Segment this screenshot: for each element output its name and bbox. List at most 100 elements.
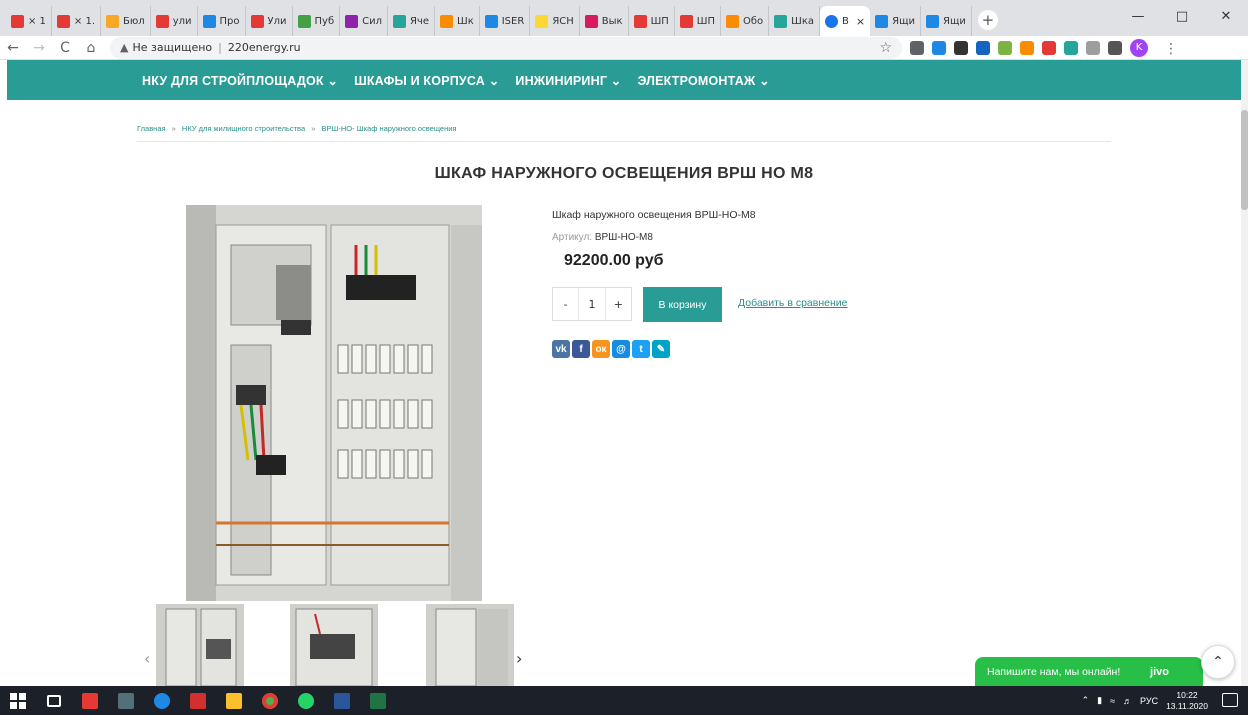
task-view-button[interactable] [36, 686, 72, 715]
tab-8[interactable]: Яче [388, 6, 435, 36]
thumbnail[interactable] [426, 604, 514, 686]
tab-label: × 1 [28, 15, 46, 27]
tab-3[interactable]: ули [151, 6, 198, 36]
chat-widget[interactable]: Напишите нам, мы онлайн! jivo [975, 657, 1203, 687]
nav-item-engineering[interactable]: ИНЖИНИРИНГ ⌄ [515, 73, 621, 88]
thumbnail[interactable] [290, 604, 378, 686]
minimize-button[interactable]: — [1116, 4, 1160, 28]
tab-a1[interactable]: Ящи [921, 6, 972, 36]
tab-1[interactable]: × 1. [52, 6, 102, 36]
home-button[interactable]: ⌂ [78, 40, 104, 56]
tab-9[interactable]: Шк [435, 6, 480, 36]
back-button[interactable]: ← [0, 40, 26, 56]
tab-15[interactable]: Обо [721, 6, 770, 36]
scrollbar-thumb[interactable] [1241, 110, 1248, 210]
tab-11[interactable]: ЯСН [530, 6, 580, 36]
tab-14[interactable]: ШП [675, 6, 721, 36]
qty-input[interactable]: 1 [579, 298, 604, 311]
new-tab-button[interactable]: + [977, 10, 998, 30]
download-icon[interactable] [1020, 40, 1034, 55]
extension-icon[interactable] [954, 40, 968, 55]
product-image[interactable] [186, 205, 482, 601]
extension-icon[interactable] [932, 40, 946, 55]
vk-icon[interactable]: vk [552, 340, 570, 358]
tab-6[interactable]: Пуб [293, 6, 341, 36]
tray-chevron-icon[interactable]: ⌃ [1082, 695, 1090, 706]
qty-plus-button[interactable]: + [604, 288, 631, 320]
taskbar-app[interactable] [252, 686, 288, 715]
taskbar-app[interactable] [180, 686, 216, 715]
taskbar: ⌃ ▮ ≈ ♬ РУС 10:22 13.11.2020 [0, 686, 1248, 715]
qty-minus-button[interactable]: - [553, 288, 580, 320]
close-window-button[interactable]: ✕ [1204, 4, 1248, 28]
breadcrumb-category[interactable]: НКУ для жилищного строительства [182, 124, 305, 133]
start-button[interactable] [0, 686, 36, 715]
tab-close-icon[interactable]: × [856, 15, 865, 28]
address-bar: ← → C ⌂ ▲ Не защищено | 220energy.ru ☆ K… [0, 36, 1248, 60]
taskbar-app[interactable] [144, 686, 180, 715]
reload-button[interactable]: C [52, 40, 78, 56]
volume-icon[interactable]: ♬ [1123, 696, 1132, 706]
carousel-next-icon[interactable]: › [516, 649, 522, 668]
tab-label: Пуб [314, 15, 335, 27]
bookmark-star-icon[interactable]: ☆ [879, 40, 892, 56]
tab-label: Ули [267, 15, 287, 27]
twitter-icon[interactable]: t [632, 340, 650, 358]
puzzle-icon[interactable] [1108, 40, 1122, 55]
facebook-icon[interactable]: f [572, 340, 590, 358]
maximize-button[interactable]: □ [1160, 4, 1204, 28]
taskbar-app[interactable] [72, 686, 108, 715]
extension-icon[interactable] [1042, 40, 1056, 55]
odnoklassniki-icon[interactable]: ок [592, 340, 610, 358]
tab-active[interactable]: В × [820, 6, 871, 36]
taskbar-app[interactable] [360, 686, 396, 715]
tab-5[interactable]: Ули [246, 6, 293, 36]
taskbar-app[interactable] [324, 686, 360, 715]
breadcrumb-current[interactable]: ВРШ-НО- Шкаф наружного освещения [322, 124, 457, 133]
window-controls: — □ ✕ [1116, 4, 1248, 28]
tab-active-label: В [842, 15, 849, 27]
tab-favicon-icon [392, 14, 406, 28]
extension-icon[interactable] [1086, 40, 1100, 55]
tab-2[interactable]: Бюл [101, 6, 151, 36]
forward-button[interactable]: → [26, 40, 52, 56]
nav-item-nku[interactable]: НКУ ДЛЯ СТРОЙПЛОЩАДОК ⌄ [142, 73, 338, 88]
livejournal-icon[interactable]: ✎ [652, 340, 670, 358]
tab-13[interactable]: ШП [629, 6, 675, 36]
globe-icon [825, 14, 839, 28]
taskbar-app[interactable] [108, 686, 144, 715]
tab-label: ISER [501, 15, 525, 27]
url-field[interactable]: ▲ Не защищено | 220energy.ru ☆ [110, 36, 902, 59]
nav-item-electrical[interactable]: ЭЛЕКТРОМОНТАЖ ⌄ [637, 73, 769, 88]
extension-icon[interactable] [976, 40, 990, 55]
taskbar-app[interactable] [288, 686, 324, 715]
tab-12[interactable]: Вык [580, 6, 629, 36]
scroll-to-top-button[interactable]: ⌃ [1201, 645, 1235, 679]
add-to-compare-link[interactable]: Добавить в сравнение [738, 297, 847, 309]
pocket-icon[interactable] [910, 40, 924, 55]
extension-icon[interactable] [998, 40, 1012, 55]
tab-label: Бюл [123, 15, 145, 27]
tab-0[interactable]: × 1 [6, 6, 52, 36]
tab-16[interactable]: Шка [769, 6, 821, 36]
nav-item-cabinets[interactable]: ШКАФЫ И КОРПУСА ⌄ [354, 73, 499, 88]
breadcrumb-home[interactable]: Главная [137, 124, 166, 133]
wifi-icon[interactable]: ≈ [1110, 696, 1115, 706]
tab-a0[interactable]: Ящи [870, 6, 921, 36]
profile-avatar[interactable]: K [1130, 38, 1148, 57]
tab-7[interactable]: Сил [340, 6, 388, 36]
battery-icon[interactable]: ▮ [1097, 695, 1102, 706]
extension-icon[interactable] [1064, 40, 1078, 55]
thumbnail[interactable] [156, 604, 244, 686]
notifications-icon[interactable] [1222, 693, 1238, 707]
moimir-icon[interactable]: @ [612, 340, 630, 358]
taskbar-app[interactable] [216, 686, 252, 715]
carousel-prev-icon[interactable]: ‹ [144, 649, 150, 668]
browser-menu-icon[interactable]: ⋮ [1164, 41, 1178, 57]
tab-4[interactable]: Про [198, 6, 246, 36]
clock[interactable]: 10:22 13.11.2020 [1166, 690, 1208, 712]
language-indicator[interactable]: РУС [1140, 696, 1158, 706]
tab-favicon-icon [875, 14, 889, 28]
add-to-cart-button[interactable]: В корзину [643, 287, 722, 322]
tab-10[interactable]: ISER [480, 6, 531, 36]
